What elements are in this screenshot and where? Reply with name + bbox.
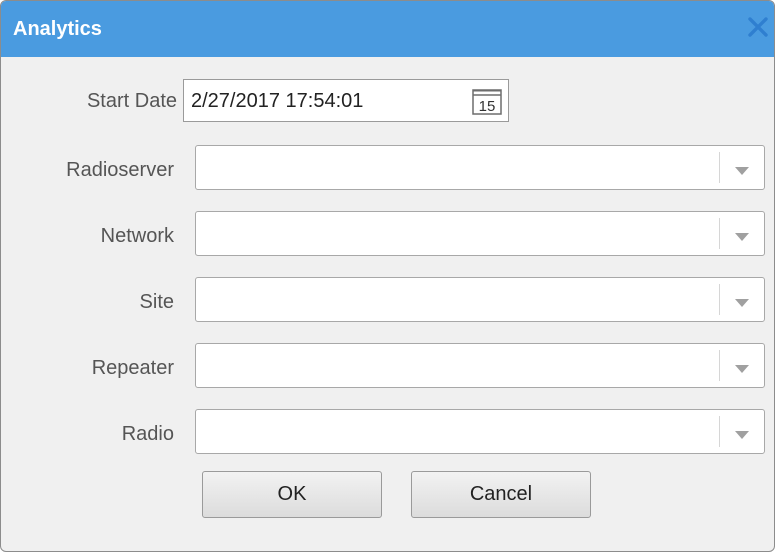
title-bar[interactable]: Analytics [1,1,774,57]
repeater-label: Repeater [91,357,174,379]
chevron-down-icon[interactable] [734,295,750,307]
dropdown-separator [719,350,720,381]
start-date-label: Start Date [86,90,177,112]
cancel-button[interactable]: Cancel [411,471,591,518]
site-label: Site [139,291,174,313]
dropdown-separator [719,218,720,249]
dropdown-separator [719,284,720,315]
radioserver-label: Radioserver [66,159,174,181]
dialog-title: Analytics [13,18,102,40]
network-dropdown[interactable] [195,211,765,256]
close-icon[interactable] [744,13,774,43]
dropdown-separator [719,152,720,183]
radioserver-dropdown[interactable] [195,145,765,190]
radio-dropdown[interactable] [195,409,765,454]
dropdown-separator [719,416,720,447]
chevron-down-icon[interactable] [734,163,750,175]
ok-button[interactable]: OK [202,471,382,518]
network-label: Network [100,225,174,247]
start-date-field[interactable]: 2/27/2017 17:54:01 15 [183,79,509,122]
chevron-down-icon[interactable] [734,229,750,241]
analytics-dialog: Analytics Start Date 2/27/2017 17:54:01 … [0,0,775,552]
site-dropdown[interactable] [195,277,765,322]
start-date-value: 2/27/2017 17:54:01 [191,90,364,112]
calendar-icon[interactable]: 15 [472,87,502,115]
repeater-dropdown[interactable] [195,343,765,388]
radio-label: Radio [121,423,174,445]
calendar-day: 15 [479,98,496,115]
chevron-down-icon[interactable] [734,427,750,439]
chevron-down-icon[interactable] [734,361,750,373]
